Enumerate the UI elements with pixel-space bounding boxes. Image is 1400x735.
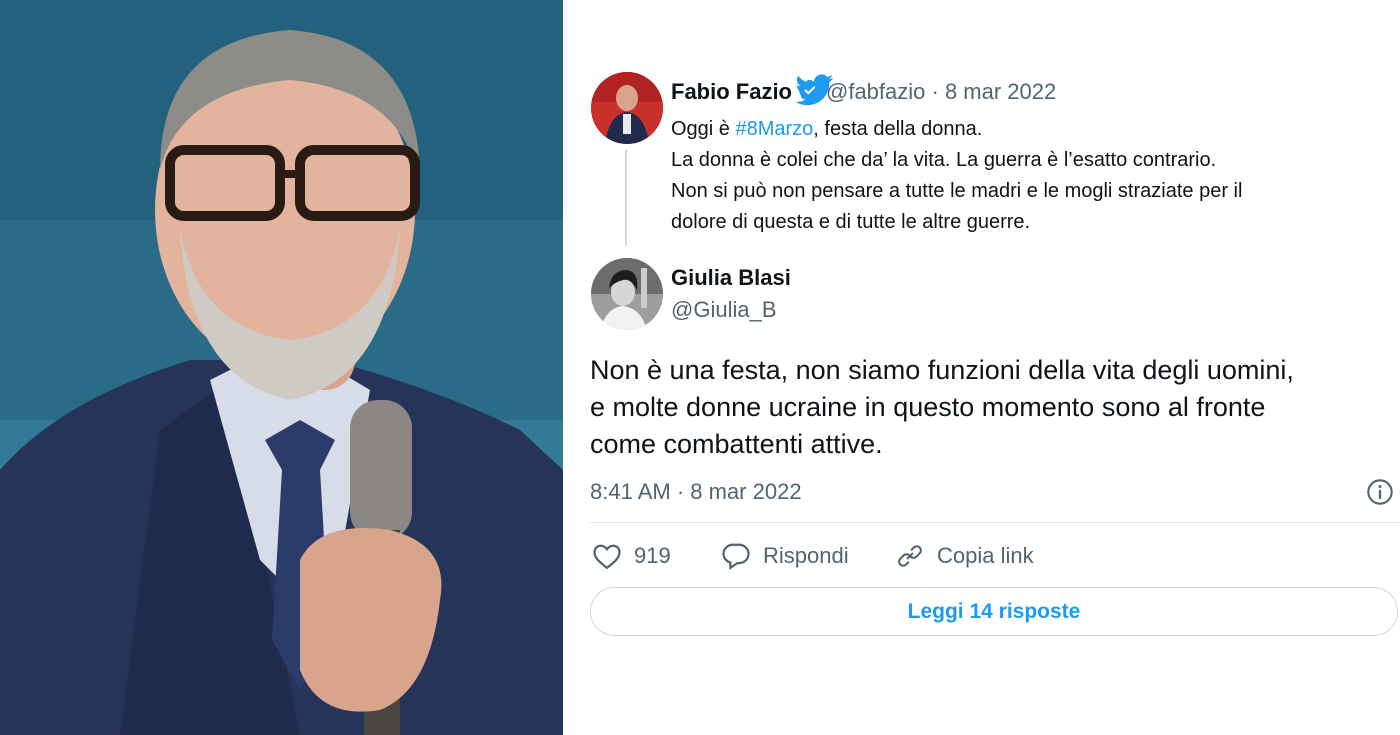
like-button[interactable]: 919	[592, 540, 671, 572]
copy-link-button[interactable]: Copia link	[895, 540, 1034, 572]
hashtag-link[interactable]: #8Marzo	[735, 118, 813, 140]
reply-label: Rispondi	[763, 543, 849, 568]
main-text-line: come combattenti attive.	[590, 429, 883, 459]
info-icon[interactable]	[1366, 478, 1394, 506]
like-count: 919	[634, 543, 671, 568]
quoted-text-line: Non si può non pensare a tutte le madri …	[671, 180, 1243, 202]
reply-bubble-icon	[722, 543, 750, 570]
main-author-avatar[interactable]	[591, 258, 663, 330]
main-tweet-text: Non è una festa, non siamo funzioni dell…	[590, 352, 1390, 463]
presenter-photo	[0, 0, 563, 735]
quoted-tweet-text: Oggi è #8Marzo, festa della donna. La do…	[671, 114, 1381, 238]
quoted-text-line: dolore di questa e di tutte le altre gue…	[671, 211, 1031, 233]
quoted-text-line: La donna è colei che da’ la vita. La gue…	[671, 149, 1217, 171]
main-text-line: e molte donne ucraine in questo momento …	[590, 392, 1266, 422]
main-author-name[interactable]: Giulia Blasi	[671, 264, 791, 292]
read-replies-button[interactable]: Leggi 14 risposte	[590, 587, 1398, 636]
quoted-tweet-header: Fabio Fazio @fabfazio · 8 mar 2022	[671, 78, 1056, 106]
reply-button[interactable]: Rispondi	[721, 540, 849, 572]
link-icon	[898, 545, 922, 567]
copy-link-label: Copia link	[937, 543, 1034, 568]
heart-icon	[593, 544, 621, 570]
tweet-timestamp[interactable]: 8:41 AM · 8 mar 2022	[590, 478, 802, 506]
panel-top-strip	[563, 0, 1400, 52]
quoted-handle-date[interactable]: @fabfazio · 8 mar 2022	[826, 79, 1056, 104]
quoted-text-fragment: Oggi è	[671, 118, 736, 140]
main-text-line: Non è una festa, non siamo funzioni dell…	[590, 355, 1294, 385]
main-author-handle[interactable]: @Giulia_B	[671, 296, 777, 324]
quoted-author-name[interactable]: Fabio Fazio	[671, 79, 792, 104]
quoted-text-fragment: , festa della donna.	[813, 118, 983, 140]
verified-badge-icon	[798, 79, 821, 102]
thread-connector-line	[625, 150, 627, 246]
actions-divider	[590, 522, 1400, 523]
panel-bottom-strip	[563, 654, 1400, 735]
quoted-author-avatar[interactable]	[591, 72, 663, 144]
